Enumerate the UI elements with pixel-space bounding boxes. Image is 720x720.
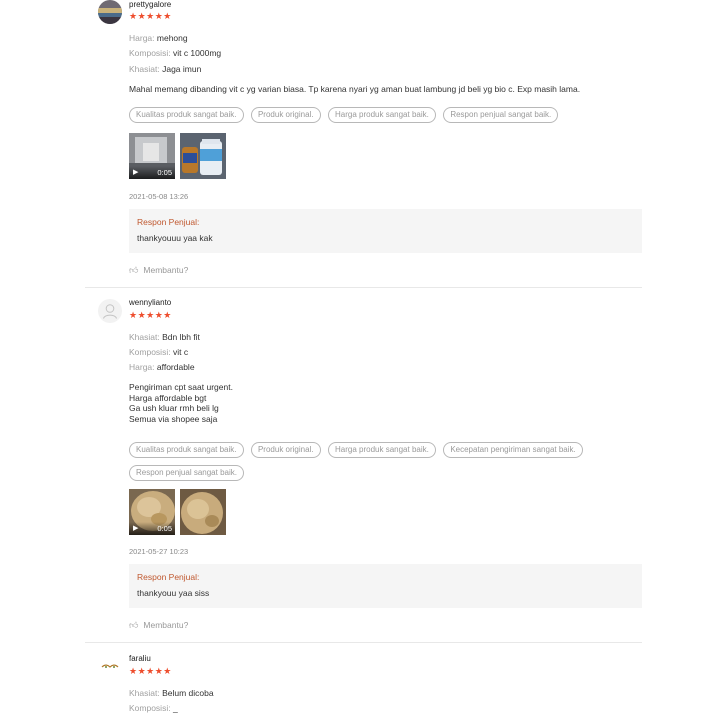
thumbs-up-icon: 👍︎ [129, 265, 139, 275]
review-attribute: Komposisi: vit c [129, 347, 188, 358]
video-duration: 0:05 [157, 524, 172, 533]
avatar[interactable] [98, 299, 122, 323]
attribute-label: Komposisi: [129, 703, 171, 713]
review-tag: Respon penjual sangat baik. [129, 465, 244, 481]
review-tags: Kualitas produk sangat baik. Produk orig… [129, 104, 629, 127]
review-video-thumbnail[interactable]: ▶ 0:05 [129, 133, 175, 179]
video-duration: 0:05 [157, 168, 172, 177]
review-attribute: Khasiat: Jaga imun [129, 64, 201, 75]
helpful-label: Membantu? [143, 620, 189, 630]
attribute-value: Bdn lbh fit [162, 332, 200, 342]
seller-response-title: Respon Penjual: [137, 217, 200, 227]
review-tag: Harga produk sangat baik. [328, 442, 436, 458]
review-tag: Harga produk sangat baik. [328, 107, 436, 123]
helpful-button[interactable]: 👍︎ Membantu? [129, 265, 188, 276]
review-attribute: Komposisi: vit c 1000mg [129, 48, 221, 59]
review-attribute: Harga: affordable [129, 362, 195, 373]
video-camera-icon: ▶ [133, 169, 139, 176]
attribute-value: affordable [156, 362, 195, 372]
review-tag: Produk original. [250, 107, 321, 123]
attribute-label: Harga: [129, 33, 155, 43]
attribute-value: vit c 1000mg [172, 48, 222, 58]
review-tag: Kualitas produk sangat baik. [129, 442, 244, 458]
attribute-label: Khasiat: [129, 64, 160, 74]
helpful-label: Membantu? [143, 265, 189, 275]
rating-stars: ★★★★★ [129, 11, 172, 21]
attribute-value: Jaga imun [162, 64, 202, 74]
review-attribute: Khasiat: Bdn lbh fit [129, 332, 200, 343]
review-tag: Respon penjual sangat baik. [443, 107, 559, 123]
attribute-value: mehong [156, 33, 188, 43]
seller-response: Respon Penjual: thankyouu yaa siss [129, 564, 642, 608]
helpful-button[interactable]: 👍︎ Membantu? [129, 620, 188, 631]
review-divider [85, 642, 642, 643]
review-item: wennylianto ★★★★★ Khasiat: Bdn lbh fit K… [0, 296, 720, 642]
rating-stars: ★★★★★ [129, 310, 172, 320]
thumbs-up-icon: 👍︎ [129, 620, 139, 630]
attribute-label: Khasiat: [129, 332, 160, 342]
attribute-label: Komposisi: [129, 347, 171, 357]
attribute-label: Komposisi: [129, 48, 171, 58]
review-image-thumbnail[interactable] [180, 489, 226, 535]
rating-stars: ★★★★★ [129, 666, 172, 676]
attribute-label: Harga: [129, 362, 155, 372]
video-camera-icon: ▶ [133, 525, 139, 532]
avatar[interactable] [98, 655, 122, 679]
review-attribute: Harga: mehong [129, 33, 188, 44]
review-image-thumbnail[interactable] [180, 133, 226, 179]
review-attribute: Komposisi: _ [129, 703, 178, 714]
review-video-thumbnail[interactable]: ▶ 0:05 [129, 489, 175, 535]
default-user-icon [103, 304, 117, 319]
seller-response-text: thankyouu yaa siss [137, 588, 210, 598]
review-username[interactable]: wennylianto [129, 298, 171, 307]
review-tag: Kecepatan pengiriman sangat baik. [443, 442, 583, 458]
attribute-value: _ [172, 703, 178, 713]
avatar[interactable] [98, 0, 122, 24]
review-item: faraliu ★★★★★ Khasiat: Belum dicoba Komp… [0, 652, 720, 720]
review-divider [85, 287, 642, 288]
review-username[interactable]: prettygalore [129, 0, 171, 9]
attribute-value: vit c [172, 347, 189, 357]
review-date: 2021-05-08 13:26 [129, 192, 189, 201]
review-comment: Mahal memang dibanding vit c yg varian b… [129, 84, 581, 94]
attribute-label: Khasiat: [129, 688, 160, 698]
seller-response: Respon Penjual: thankyouuu yaa kak [129, 209, 642, 253]
review-tag: Produk original. [250, 442, 321, 458]
seller-response-text: thankyouuu yaa kak [137, 233, 213, 243]
review-tags: Kualitas produk sangat baik. Produk orig… [129, 439, 629, 485]
review-comment: Pengiriman cpt saat urgent. Harga afford… [129, 382, 233, 424]
seller-response-title: Respon Penjual: [137, 572, 200, 582]
review-date: 2021-05-27 10:23 [129, 547, 189, 556]
attribute-value: Belum dicoba [162, 688, 214, 698]
review-tag: Kualitas produk sangat baik. [129, 107, 244, 123]
review-item: prettygalore ★★★★★ Harga: mehong Komposi… [0, 0, 720, 287]
review-attribute: Khasiat: Belum dicoba [129, 688, 214, 699]
review-username[interactable]: faraliu [129, 654, 151, 663]
